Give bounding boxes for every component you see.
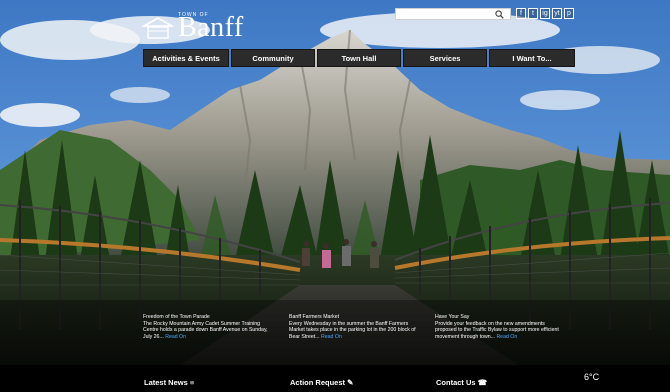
latest-news-label: Latest News <box>144 378 188 387</box>
logo-mark-icon <box>142 17 174 39</box>
read-on-link[interactable]: Read On <box>321 334 342 340</box>
nav-item-services[interactable]: Services <box>403 49 487 67</box>
menu-lines-icon: ≡ <box>189 378 195 387</box>
youtube-icon[interactable]: yt <box>552 8 562 19</box>
search-input[interactable] <box>395 8 511 20</box>
twitter-icon[interactable]: t <box>528 8 538 19</box>
main-nav: Activities & Events Community Town Hall … <box>143 49 575 67</box>
news-title[interactable]: Freedom of the Town Parade <box>143 314 271 321</box>
news-title[interactable]: Have Your Say <box>435 314 563 321</box>
news-item: Freedom of the Town Parade The Rocky Mou… <box>143 314 271 340</box>
news-title[interactable]: Banff Farmers Market <box>289 314 417 321</box>
action-request-button[interactable]: Action Request ✎ <box>290 378 353 387</box>
contact-us-button[interactable]: Contact Us ☎ <box>436 378 487 387</box>
logo-subtext: TOWN OF <box>178 12 209 18</box>
pinterest-icon[interactable]: p <box>564 8 574 19</box>
nav-item-i-want-to[interactable]: I Want To... <box>489 49 575 67</box>
news-item: Have Your Say Provide your feedback on t… <box>435 314 563 340</box>
news-item: Banff Farmers Market Every Wednesday in … <box>289 314 417 340</box>
news-body: The Rocky Mountain Army Cadet Summer Tra… <box>143 320 268 340</box>
facebook-icon[interactable]: f <box>516 8 526 19</box>
news-body: Every Wednesday in the summer the Banff … <box>289 320 416 340</box>
instagram-icon[interactable]: ig <box>540 8 550 19</box>
phone-icon: ☎ <box>477 378 488 387</box>
nav-item-town-hall[interactable]: Town Hall <box>317 49 401 67</box>
nav-item-activities-events[interactable]: Activities & Events <box>143 49 229 67</box>
site-logo[interactable]: Banff TOWN OF <box>142 12 244 44</box>
search-icon[interactable] <box>495 10 504 19</box>
read-on-link[interactable]: Read On <box>165 334 186 340</box>
contact-us-label: Contact Us <box>436 378 476 387</box>
latest-news-button[interactable]: Latest News ≡ <box>144 378 194 387</box>
pencil-icon: ✎ <box>347 378 354 387</box>
social-links: f t ig yt p <box>516 8 574 19</box>
nav-item-community[interactable]: Community <box>231 49 315 67</box>
weather-temperature: 6°C <box>584 372 600 382</box>
read-on-link[interactable]: Read On <box>496 334 517 340</box>
action-request-label: Action Request <box>290 378 346 387</box>
